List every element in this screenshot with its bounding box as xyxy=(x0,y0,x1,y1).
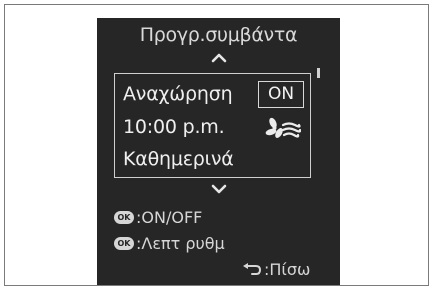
details-hint-label: :Λεπτ ρυθμ xyxy=(136,234,225,253)
event-time: 10:00 p.m. xyxy=(123,116,225,138)
event-status-badge[interactable]: ON xyxy=(258,81,304,108)
toggle-hint: OK :ON/OFF xyxy=(114,208,202,227)
ok-button-icon: OK xyxy=(114,211,134,224)
screen-title: Προγρ.συμβάντα xyxy=(139,24,298,46)
chevron-up-icon[interactable] xyxy=(208,51,230,65)
chevron-down-icon[interactable] xyxy=(208,182,230,196)
display-screen: Προγρ.συμβάντα Αναχώρηση ON 10:00 p.m. Κ… xyxy=(97,18,340,285)
back-arrow-icon xyxy=(243,262,262,275)
toggle-hint-label: :ON/OFF xyxy=(136,208,203,227)
fan-airflow-icon xyxy=(265,117,301,138)
event-repeat: Καθημερινά xyxy=(123,148,234,170)
scrollbar xyxy=(317,68,320,78)
event-item[interactable]: Αναχώρηση ON 10:00 p.m. Καθημερινά xyxy=(114,73,311,178)
back-hint[interactable]: :Πίσω xyxy=(242,260,310,279)
ok-button-icon: OK xyxy=(114,237,134,250)
back-hint-label: :Πίσω xyxy=(264,260,311,279)
details-hint: OK :Λεπτ ρυθμ xyxy=(114,234,225,253)
event-name: Αναχώρηση xyxy=(123,83,233,105)
